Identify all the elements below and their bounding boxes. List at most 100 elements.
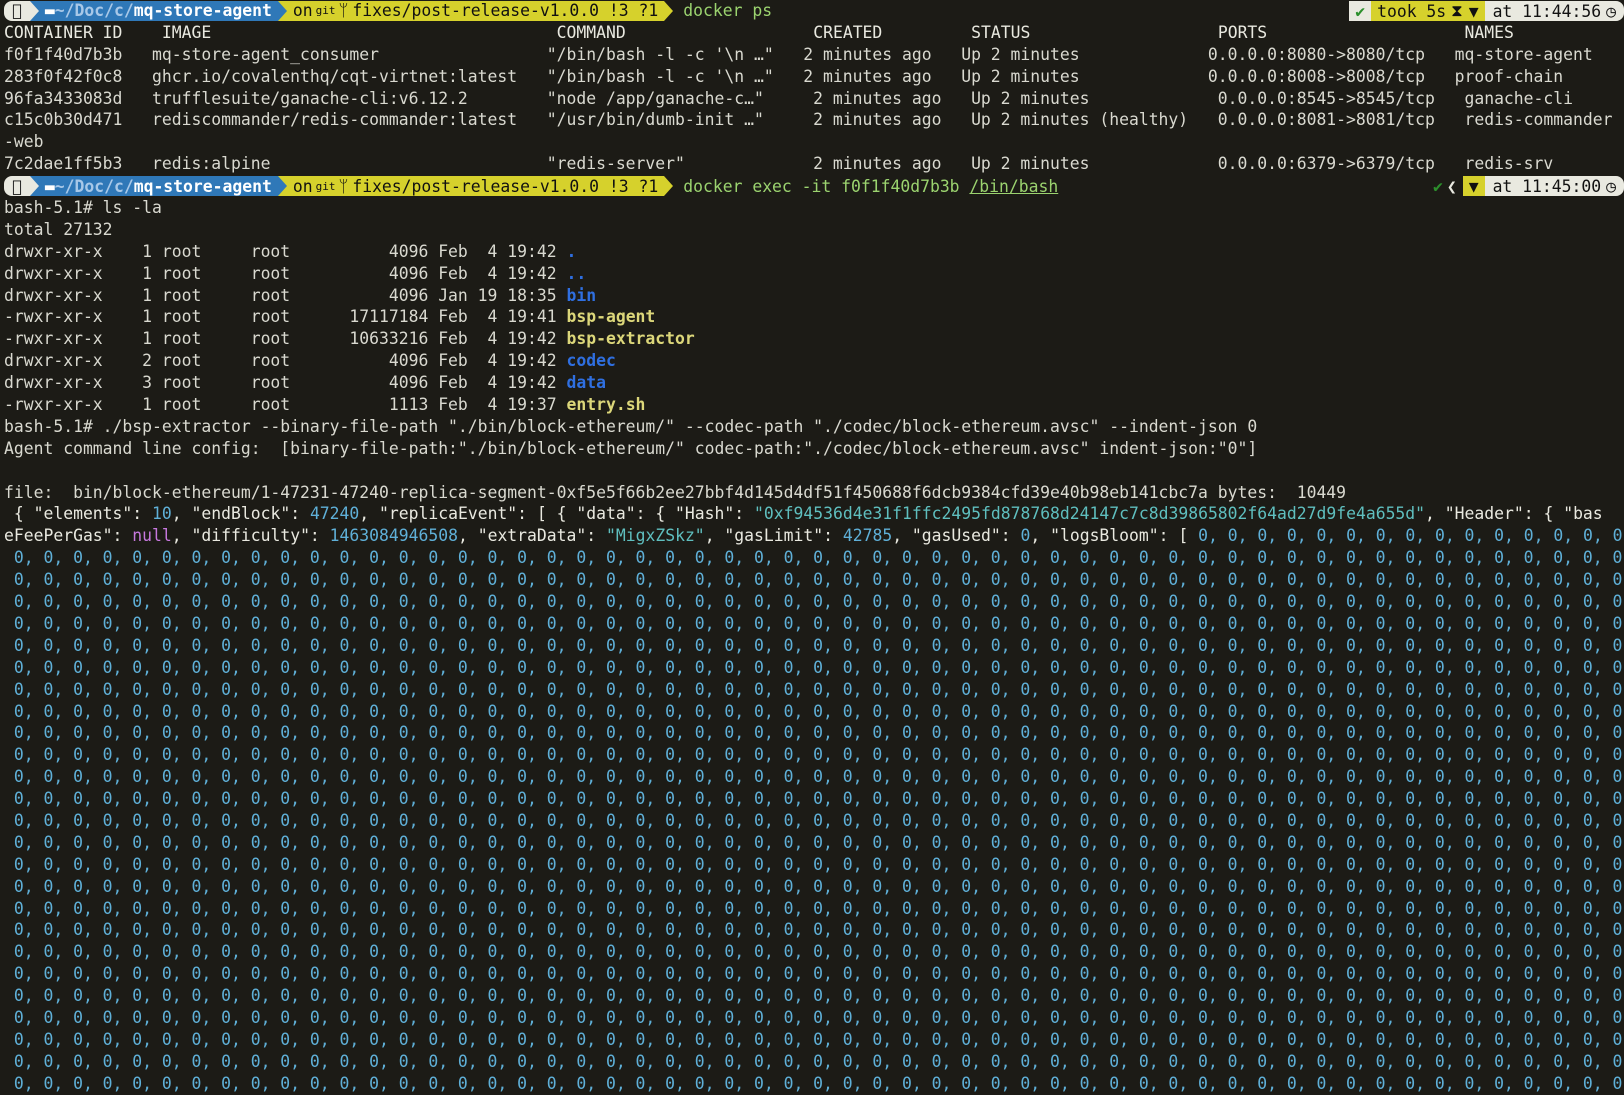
json-token: 0, 0, 0, 0, 0, 0, 0, 0, 0, 0, 0, 0, 0, 0… <box>4 1051 1624 1071</box>
prompt-time: at 11:45:00 ◷ <box>1484 176 1624 197</box>
json-token: 0, 0, 0, 0, 0, 0, 0, 0, 0, 0, 0, 0, 0, 0… <box>4 657 1624 677</box>
file-name: entry.sh <box>566 395 646 415</box>
command-arg: /bin/bash <box>959 176 1058 196</box>
json-line: 0, 0, 0, 0, 0, 0, 0, 0, 0, 0, 0, 0, 0, 0… <box>4 657 1624 679</box>
table-row: 283f0f42f0c8 ghcr.io/covalenthq/cqt-virt… <box>4 66 1564 86</box>
json-token: eFeePerGas": <box>4 526 133 546</box>
warning-icon: ▼ <box>1462 176 1485 197</box>
json-token: 0, 0, 0, 0, 0, 0, 0, 0, 0, 0, 0, 0, 0, 0… <box>4 810 1624 830</box>
json-token: , "endBlock": <box>171 504 310 524</box>
table-row: 96fa3433083d trufflesuite/ganache-cli:v6… <box>4 88 1574 108</box>
json-line: 0, 0, 0, 0, 0, 0, 0, 0, 0, 0, 0, 0, 0, 0… <box>4 547 1624 569</box>
prompt-right: ✔ ❮ ▼ at 11:45:00 ◷ <box>1426 176 1624 197</box>
powerline-separator <box>29 176 39 197</box>
json-token: 0, 0, 0, 0, 0, 0, 0, 0, 0, 0, 0, 0, 0, 0… <box>4 635 1624 655</box>
json-token: 0, 0, 0, 0, 0, 0, 0, 0, 0, 0, 0, 0, 0, 0… <box>4 1073 1624 1093</box>
json-line: 0, 0, 0, 0, 0, 0, 0, 0, 0, 0, 0, 0, 0, 0… <box>4 788 1624 810</box>
powerline-separator <box>664 176 674 197</box>
git-branch: fixes/post-release-v1.0.0 !3 ?1 <box>342 176 658 196</box>
json-line: 0, 0, 0, 0, 0, 0, 0, 0, 0, 0, 0, 0, 0, 0… <box>4 701 1624 723</box>
table-row-wrap: -web <box>4 132 44 152</box>
shell-prompt:  ▬ ~/Doc/c/ mq-store-agent on git ᛘ fix… <box>4 175 1624 197</box>
prompt-git: on git ᛘ fixes/post-release-v1.0.0 !3 ?1 <box>282 176 665 197</box>
list-item: -rwxr-xr-x 1 root root 17117184 Feb 4 19… <box>4 306 1624 328</box>
typed-command: docker exec -it f0f1f40d7b3b /bin/bash <box>683 177 1058 196</box>
powerline-separator <box>277 176 287 197</box>
status-ok-icon: ✔ ❮ <box>1426 176 1463 197</box>
prompt-path: ▬ ~/Doc/c/ mq-store-agent <box>38 0 278 21</box>
table-row: 7c2dae1ff5b3 redis:alpine "redis-server"… <box>4 154 1554 174</box>
git-on-label: on <box>282 1 313 21</box>
file-meta: drwxr-xr-x 3 root root 4096 Feb 4 19:42 <box>4 373 567 393</box>
clock-icon: ◷ <box>1606 1 1616 21</box>
chevron-left-icon: ❮ <box>1446 176 1457 196</box>
json-token: 0, 0, 0, 0, 0, 0, 0, 0, 0, 0, 0, 0, 0, 0… <box>4 789 1624 809</box>
hourglass-icon: ⧗ <box>1451 1 1463 20</box>
json-token: 0, 0, 0, 0, 0, 0, 0, 0, 0, 0, 0, 0, 0, 0… <box>4 767 1624 787</box>
json-token: 0 <box>1020 526 1031 546</box>
shell-prompt:  ▬ ~/Doc/c/ mq-store-agent on git ᛘ fix… <box>4 0 1624 22</box>
clock-icon: ◷ <box>1606 176 1616 196</box>
git-icon: git <box>305 179 336 193</box>
json-token: 0, 0, 0, 0, 0, 0, 0, 0, 0, 0, 0, 0, 0, 0… <box>4 745 1624 765</box>
json-line: 0, 0, 0, 0, 0, 0, 0, 0, 0, 0, 0, 0, 0, 0… <box>4 832 1624 854</box>
json-line: 0, 0, 0, 0, 0, 0, 0, 0, 0, 0, 0, 0, 0, 0… <box>4 985 1624 1007</box>
git-on-label: on <box>282 176 313 196</box>
git-icon: git <box>305 4 336 18</box>
apple-icon:  <box>4 0 30 21</box>
col-container-id: CONTAINER ID <box>4 22 123 42</box>
prompt-path-repo: mq-store-agent <box>123 1 272 21</box>
prompt-path-home: ~/Doc/c/ <box>44 1 134 21</box>
list-item: drwxr-xr-x 1 root root 4096 Feb 4 19:42 … <box>4 263 1624 285</box>
col-names: NAMES <box>1464 22 1514 42</box>
json-token: 10 <box>152 504 172 524</box>
terminal[interactable]:  ▬ ~/Doc/c/ mq-store-agent on git ᛘ fix… <box>0 0 1624 1095</box>
json-line: 0, 0, 0, 0, 0, 0, 0, 0, 0, 0, 0, 0, 0, 0… <box>4 1029 1624 1051</box>
json-token: "MigxZSkz" <box>606 526 705 546</box>
json-line: 0, 0, 0, 0, 0, 0, 0, 0, 0, 0, 0, 0, 0, 0… <box>4 591 1624 613</box>
prompt-path-home: ~/Doc/c/ <box>44 176 134 196</box>
status-ok: ✔ <box>1432 176 1443 196</box>
col-image: IMAGE <box>161 22 212 42</box>
json-token: null <box>132 526 172 546</box>
prompt-time: at 11:44:56 ◷ <box>1484 1 1624 21</box>
list-item: drwxr-xr-x 2 root root 4096 Feb 4 19:42 … <box>4 350 1624 372</box>
file-name: data <box>566 373 606 393</box>
json-token: 0, 0, 0, 0, 0, 0, 0, 0, 0, 0, 0, 0, 0, 0… <box>4 942 1624 962</box>
list-item: -rwxr-xr-x 1 root root 1113 Feb 4 19:37 … <box>4 394 1624 416</box>
file-meta: -rwxr-xr-x 1 root root 17117184 Feb 4 19… <box>4 307 567 327</box>
shell-command: bash-5.1# ls -la <box>4 198 162 218</box>
ls-listing: drwxr-xr-x 1 root root 4096 Feb 4 19:42 … <box>4 241 1624 416</box>
json-token: 0, 0, 0, 0, 0, 0, 0, 0, 0, 0, 0, 0, 0, 0… <box>4 832 1624 852</box>
col-ports: PORTS <box>1217 22 1268 42</box>
json-line: 0, 0, 0, 0, 0, 0, 0, 0, 0, 0, 0, 0, 0, 0… <box>4 569 1624 591</box>
powerline-separator <box>664 0 674 21</box>
file-output: file: bin/block-ethereum/1-47231-47240-r… <box>4 482 1347 502</box>
list-item: drwxr-xr-x 3 root root 4096 Feb 4 19:42 … <box>4 372 1624 394</box>
prompt-right: ✔ took 5s ⧗ ▼ at 11:44:56 ◷ <box>1349 1 1624 21</box>
docker-ps-header: CONTAINER ID IMAGE COMMAND CREATED STATU… <box>4 22 1624 44</box>
powerline-separator <box>277 0 287 21</box>
json-line: 0, 0, 0, 0, 0, 0, 0, 0, 0, 0, 0, 0, 0, 0… <box>4 1073 1624 1095</box>
json-token: , "extraData": <box>457 526 606 546</box>
col-status: STATUS <box>971 22 1031 42</box>
json-token: { "elements": <box>4 504 153 524</box>
json-token: , "gasUsed": <box>892 526 1021 546</box>
json-token: 0, 0, 0, 0, 0, 0, 0, 0, 0, 0, 0, 0, 0, 0… <box>4 854 1624 874</box>
prompt-path: ▬ ~/Doc/c/ mq-store-agent <box>38 176 278 197</box>
typed-command: docker ps <box>673 1 772 21</box>
file-meta: drwxr-xr-x 2 root root 4096 Feb 4 19:42 <box>4 351 567 371</box>
json-token: 0, 0, 0, 0, 0, 0, 0, 0, 0, 0, 0, 0, 0, 0… <box>4 1029 1624 1049</box>
json-token: 0, 0, 0, 0, 0, 0, 0, 0, 0, 0, 0, 0, 0, 0… <box>1198 526 1624 546</box>
json-token: , "Header": { "bas <box>1425 504 1603 524</box>
file-meta: drwxr-xr-x 1 root root 4096 Jan 19 18:35 <box>4 285 567 305</box>
table-row: c15c0b30d471 rediscommander/redis-comman… <box>4 110 1613 130</box>
table-row: f0f1f40d7b3b mq-store-agent_consumer "/b… <box>4 44 1593 64</box>
json-line: 0, 0, 0, 0, 0, 0, 0, 0, 0, 0, 0, 0, 0, 0… <box>4 941 1624 963</box>
json-token: 0, 0, 0, 0, 0, 0, 0, 0, 0, 0, 0, 0, 0, 0… <box>4 548 1624 568</box>
json-line: 0, 0, 0, 0, 0, 0, 0, 0, 0, 0, 0, 0, 0, 0… <box>4 854 1624 876</box>
file-name: codec <box>566 351 616 371</box>
status-ok-icon: ✔ <box>1349 1 1372 21</box>
file-meta: -rwxr-xr-x 1 root root 10633216 Feb 4 19… <box>4 329 567 349</box>
ls-total: total 27132 <box>4 219 113 239</box>
